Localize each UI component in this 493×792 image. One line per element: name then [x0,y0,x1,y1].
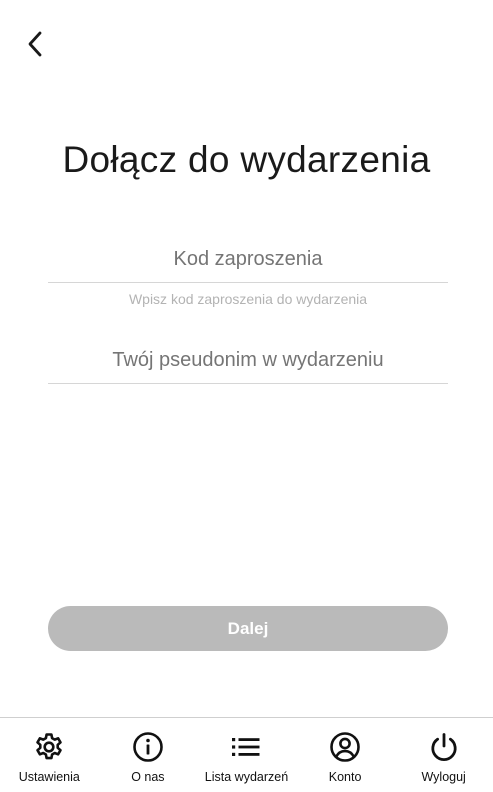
nickname-field [48,349,448,384]
back-button[interactable] [20,27,50,61]
invite-code-field [48,248,448,283]
nav-item-settings[interactable]: Ustawienia [0,718,99,792]
list-icon [229,730,263,764]
nav-label-logout: Wyloguj [421,770,466,784]
bottom-navigation: Ustawienia O nas Lista wydarzeń Konto Wy… [0,717,493,792]
nav-item-about[interactable]: O nas [99,718,198,792]
invite-code-input[interactable] [48,248,448,283]
nav-item-logout[interactable]: Wyloguj [394,718,493,792]
nav-label-about: O nas [131,770,165,784]
nav-label-event-list: Lista wydarzeń [204,770,289,784]
power-icon [427,730,461,764]
chevron-left-icon [28,31,42,57]
nav-item-event-list[interactable]: Lista wydarzeń [197,718,296,792]
nav-label-settings: Ustawienia [18,770,80,784]
next-button[interactable]: Dalej [48,606,448,651]
nav-item-account[interactable]: Konto [296,718,395,792]
page-title: Dołącz do wydarzenia [62,139,431,180]
invite-code-helper-text: Wpisz kod zaproszenia do wydarzenia [128,291,368,307]
gear-icon [32,730,66,764]
info-icon [131,730,165,764]
join-event-screen: Dołącz do wydarzenia Wpisz kod zaproszen… [0,0,493,792]
nickname-input[interactable] [48,349,448,384]
account-icon [328,730,362,764]
nav-label-account: Konto [328,770,362,784]
